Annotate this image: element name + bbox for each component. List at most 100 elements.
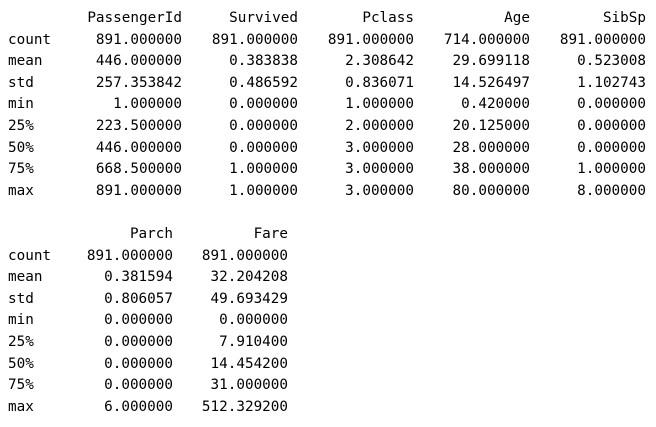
row-label: min — [8, 96, 34, 113]
table-cell: 7.910400 — [219, 333, 288, 350]
describe-table-part-2: Parch Fare count 891.000000 891.000000 m… — [8, 224, 288, 418]
row-label: 25% — [8, 117, 34, 134]
table-cell: 14.454200 — [210, 355, 288, 372]
table-cell: 20.125000 — [452, 117, 530, 134]
table-cell: 0.000000 — [577, 117, 646, 134]
table-row: mean 0.381594 32.204208 — [8, 267, 288, 289]
table-row: 75% 0.000000 31.000000 — [8, 375, 288, 397]
table-cell: 49.693429 — [210, 290, 288, 307]
table-row: 50% 446.000000 0.000000 3.000000 28.0000… — [8, 138, 646, 160]
table-cell: 2.308642 — [345, 53, 414, 70]
row-label: mean — [8, 53, 43, 70]
table-cell: 6.000000 — [104, 398, 173, 415]
table-cell: 0.000000 — [577, 139, 646, 156]
table-row: 75% 668.500000 1.000000 3.000000 38.0000… — [8, 159, 646, 181]
row-label: min — [8, 312, 34, 329]
table-row: 25% 223.500000 0.000000 2.000000 20.1250… — [8, 116, 646, 138]
index-header — [8, 224, 58, 246]
column-header: Survived — [229, 10, 298, 26]
table-cell: 1.000000 — [113, 96, 182, 113]
row-label: max — [8, 398, 34, 415]
table-cell: 0.000000 — [104, 377, 173, 394]
table-cell: 3.000000 — [345, 161, 414, 178]
table-cell: 0.000000 — [229, 96, 298, 113]
table-row: count 891.000000 891.000000 891.000000 7… — [8, 30, 646, 52]
table-row: std 257.353842 0.486592 0.836071 14.5264… — [8, 73, 646, 95]
row-label: 75% — [8, 161, 34, 178]
table-cell: 1.102743 — [577, 74, 646, 91]
table-cell: 0.523008 — [577, 53, 646, 70]
table-cell: 0.000000 — [219, 312, 288, 329]
table-row: count 891.000000 891.000000 — [8, 246, 288, 268]
row-label: count — [8, 247, 52, 264]
table-cell: 32.204208 — [210, 269, 288, 286]
table-cell: 0.000000 — [104, 312, 173, 329]
table-cell: 0.000000 — [577, 96, 646, 113]
table-cell: 14.526497 — [452, 74, 530, 91]
table-cell: 0.000000 — [229, 139, 298, 156]
row-label: std — [8, 74, 34, 91]
header-row: Parch Fare — [8, 224, 288, 246]
column-header: SibSp — [602, 10, 646, 26]
row-label: count — [8, 31, 52, 48]
row-label: 75% — [8, 377, 34, 394]
table-cell: 891.000000 — [327, 31, 414, 48]
table-cell: 2.000000 — [345, 117, 414, 134]
table-row: min 0.000000 0.000000 — [8, 310, 288, 332]
table-cell: 1.000000 — [345, 96, 414, 113]
row-label: max — [8, 182, 34, 199]
table-cell: 29.699118 — [452, 53, 530, 70]
table-cell: 668.500000 — [95, 161, 182, 178]
table-cell: 1.000000 — [229, 161, 298, 178]
row-label: 25% — [8, 333, 34, 350]
row-label: 50% — [8, 355, 34, 372]
row-label: mean — [8, 269, 43, 286]
table-cell: 1.000000 — [229, 182, 298, 199]
table-cell: 31.000000 — [210, 377, 288, 394]
column-header: Age — [504, 10, 530, 26]
table-cell: 446.000000 — [95, 53, 182, 70]
header-row: PassengerId Survived Pclass Age SibSp — [8, 8, 646, 30]
table-cell: 891.000000 — [86, 247, 173, 264]
column-header: Pclass — [362, 10, 414, 26]
table-cell: 891.000000 — [201, 247, 288, 264]
table-cell: 446.000000 — [95, 139, 182, 156]
table-cell: 0.486592 — [229, 74, 298, 91]
table-cell: 891.000000 — [559, 31, 646, 48]
column-header: PassengerId — [87, 10, 182, 26]
table-cell: 0.000000 — [104, 355, 173, 372]
table-cell: 28.000000 — [452, 139, 530, 156]
table-row: std 0.806057 49.693429 — [8, 289, 288, 311]
table-row: max 6.000000 512.329200 — [8, 397, 288, 419]
table-row: 25% 0.000000 7.910400 — [8, 332, 288, 354]
index-header — [8, 8, 58, 30]
describe-table-part-1: PassengerId Survived Pclass Age SibSp co… — [8, 8, 646, 202]
table-cell: 0.836071 — [345, 74, 414, 91]
row-label: std — [8, 290, 34, 307]
table-cell: 223.500000 — [95, 117, 182, 134]
table-cell: 257.353842 — [95, 74, 182, 91]
table-cell: 80.000000 — [452, 182, 530, 199]
table-row: mean 446.000000 0.383838 2.308642 29.699… — [8, 51, 646, 73]
table-cell: 0.381594 — [104, 269, 173, 286]
table-cell: 891.000000 — [95, 31, 182, 48]
table-row: 50% 0.000000 14.454200 — [8, 354, 288, 376]
table-cell: 3.000000 — [345, 139, 414, 156]
table-cell: 512.329200 — [201, 398, 288, 415]
column-header: Fare — [253, 225, 288, 242]
table-cell: 8.000000 — [577, 182, 646, 199]
table-cell: 891.000000 — [95, 182, 182, 199]
table-cell: 1.000000 — [577, 161, 646, 178]
table-cell: 3.000000 — [345, 182, 414, 199]
table-row: max 891.000000 1.000000 3.000000 80.0000… — [8, 181, 646, 203]
table-cell: 0.806057 — [104, 290, 173, 307]
table-cell: 0.420000 — [461, 96, 530, 113]
table-cell: 0.000000 — [229, 117, 298, 134]
table-row: min 1.000000 0.000000 1.000000 0.420000 … — [8, 94, 646, 116]
table-cell: 891.000000 — [211, 31, 298, 48]
describe-output: PassengerId Survived Pclass Age SibSp co… — [8, 8, 646, 418]
table-cell: 0.000000 — [104, 333, 173, 350]
table-cell: 0.383838 — [229, 53, 298, 70]
column-header: Parch — [129, 225, 173, 242]
table-cell: 714.000000 — [443, 31, 530, 48]
